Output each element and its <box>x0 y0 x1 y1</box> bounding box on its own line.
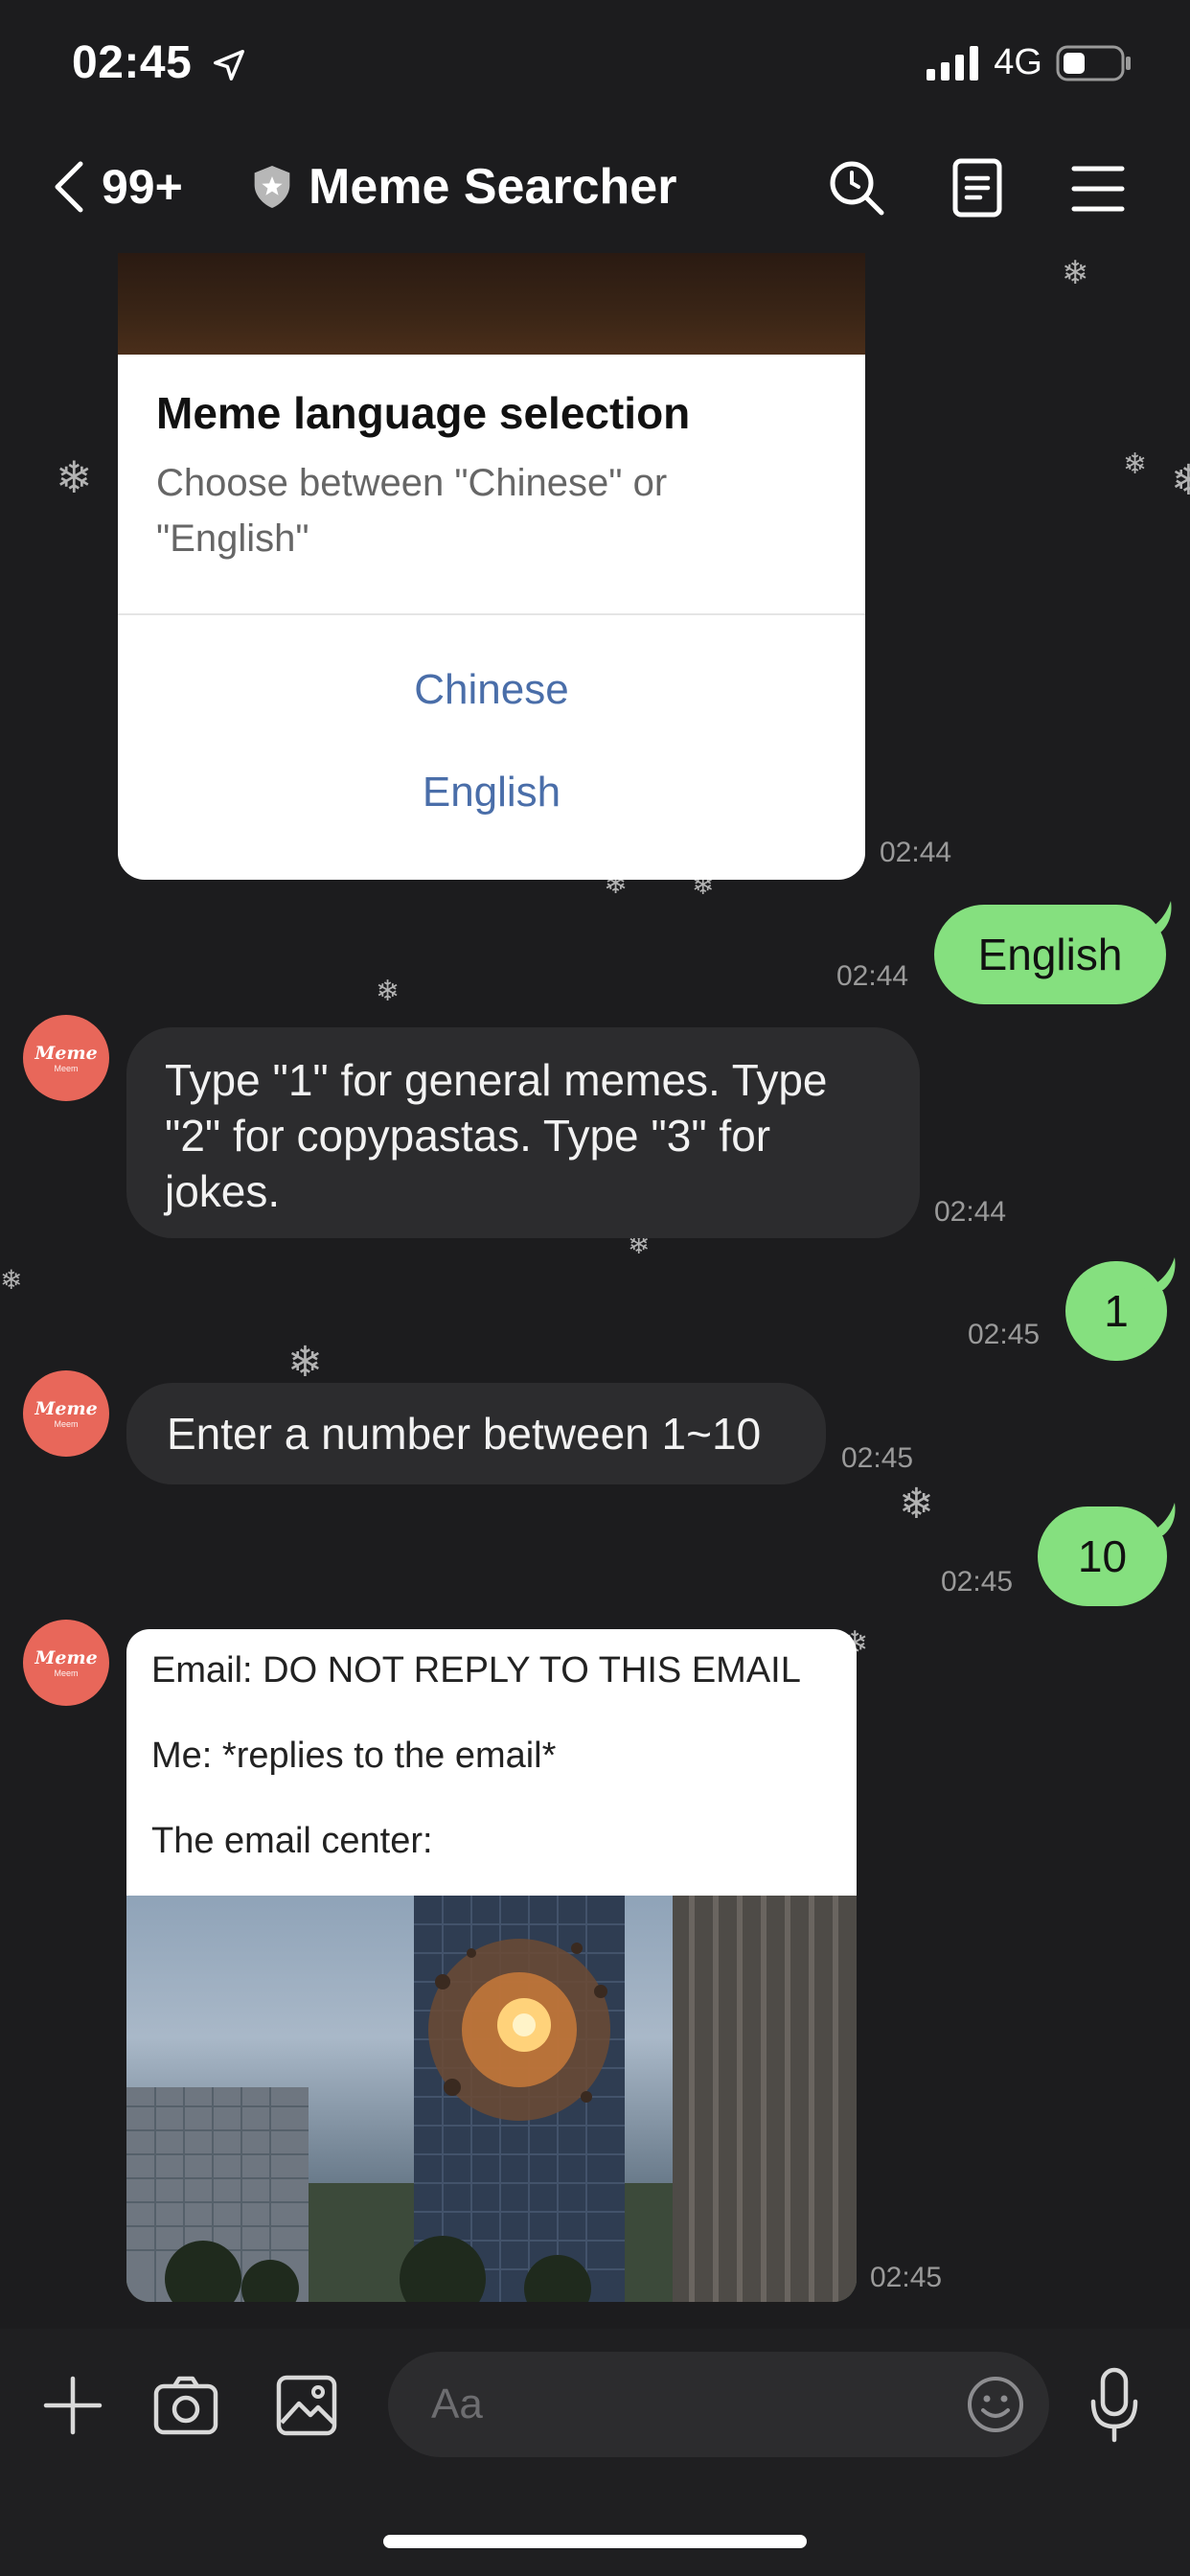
input-placeholder: Aa <box>431 2380 483 2427</box>
bubble-tail <box>1140 1257 1176 1290</box>
notes-icon[interactable] <box>951 157 1003 218</box>
snowflake-icon: ❄ <box>376 976 400 1007</box>
bubble-tail <box>1136 901 1172 933</box>
microphone-icon[interactable] <box>1087 2367 1141 2444</box>
page-title: Meme Searcher <box>309 159 677 215</box>
avatar[interactable]: Meme Meem <box>23 1015 109 1101</box>
message-time: 02:44 <box>880 837 952 868</box>
snowflake-icon: ❄ <box>1171 457 1190 504</box>
option-chinese-button[interactable]: Chinese <box>118 666 865 714</box>
battery-icon <box>1056 45 1131 80</box>
exploding-building-image <box>126 1896 857 2302</box>
meme-caption-line: The email center: <box>151 1821 433 1861</box>
menu-icon[interactable] <box>1071 165 1125 213</box>
avatar[interactable]: Meme Meem <box>23 1370 109 1457</box>
snowflake-icon: ❄ <box>287 1339 323 1386</box>
message-time: 02:44 <box>836 960 909 992</box>
home-indicator[interactable] <box>383 2535 807 2548</box>
snowflake-icon: ❄ <box>0 1265 23 1295</box>
verified-shield-icon <box>254 166 290 208</box>
camera-icon[interactable] <box>153 2375 218 2436</box>
chevron-left-icon <box>55 161 83 213</box>
plus-icon[interactable] <box>42 2375 103 2436</box>
option-english-button[interactable]: English <box>118 769 865 816</box>
network-type: 4G <box>994 42 1042 82</box>
received-message-bubble[interactable]: Enter a number between 1~10 <box>126 1383 826 1484</box>
snowflake-icon: ❄ <box>1062 255 1089 291</box>
search-icon[interactable] <box>826 157 887 218</box>
unread-count: 99+ <box>102 160 183 214</box>
message-time: 02:45 <box>870 2262 943 2293</box>
received-message-bubble[interactable]: Type "1" for general memes. Type "2" for… <box>126 1027 920 1238</box>
meme-photo <box>126 1896 857 2302</box>
avatar[interactable]: Meme Meem <box>23 1620 109 1706</box>
meme-caption-line: Me: *replies to the email* <box>151 1736 557 1776</box>
divider <box>118 613 865 615</box>
meme-image-message[interactable]: Email: DO NOT REPLY TO THIS EMAIL Me: *r… <box>126 1629 857 2302</box>
signal-icon <box>927 45 979 80</box>
message-time: 02:45 <box>941 1566 1014 1598</box>
message-time: 02:45 <box>841 1442 914 1474</box>
language-selection-card: Meme language selection Choose between "… <box>118 355 865 880</box>
status-time: 02:45 <box>72 36 247 89</box>
status-indicators: 4G <box>927 42 1133 83</box>
sent-message-bubble[interactable]: English <box>934 905 1166 1004</box>
snowflake-icon: ❄ <box>56 452 93 502</box>
card-title: Meme language selection <box>156 388 691 438</box>
snowflake-icon: ❄ <box>899 1481 934 1528</box>
emoji-icon[interactable] <box>966 2375 1025 2434</box>
card-description: Choose between "Chinese" or "English" <box>156 462 668 560</box>
bubble-tail <box>1140 1503 1176 1535</box>
location-arrow-icon <box>214 50 245 81</box>
chat-title[interactable]: Meme Searcher <box>251 158 676 216</box>
message-input[interactable]: Aa <box>388 2352 1049 2457</box>
card-header-image <box>118 253 865 355</box>
image-icon[interactable] <box>276 2375 337 2436</box>
message-time: 02:44 <box>934 1196 1007 1228</box>
back-button[interactable]: 99+ <box>50 158 183 216</box>
message-time: 02:45 <box>968 1319 1041 1350</box>
meme-caption-line: Email: DO NOT REPLY TO THIS EMAIL <box>151 1650 801 1690</box>
snowflake-icon: ❄ <box>1123 448 1148 480</box>
